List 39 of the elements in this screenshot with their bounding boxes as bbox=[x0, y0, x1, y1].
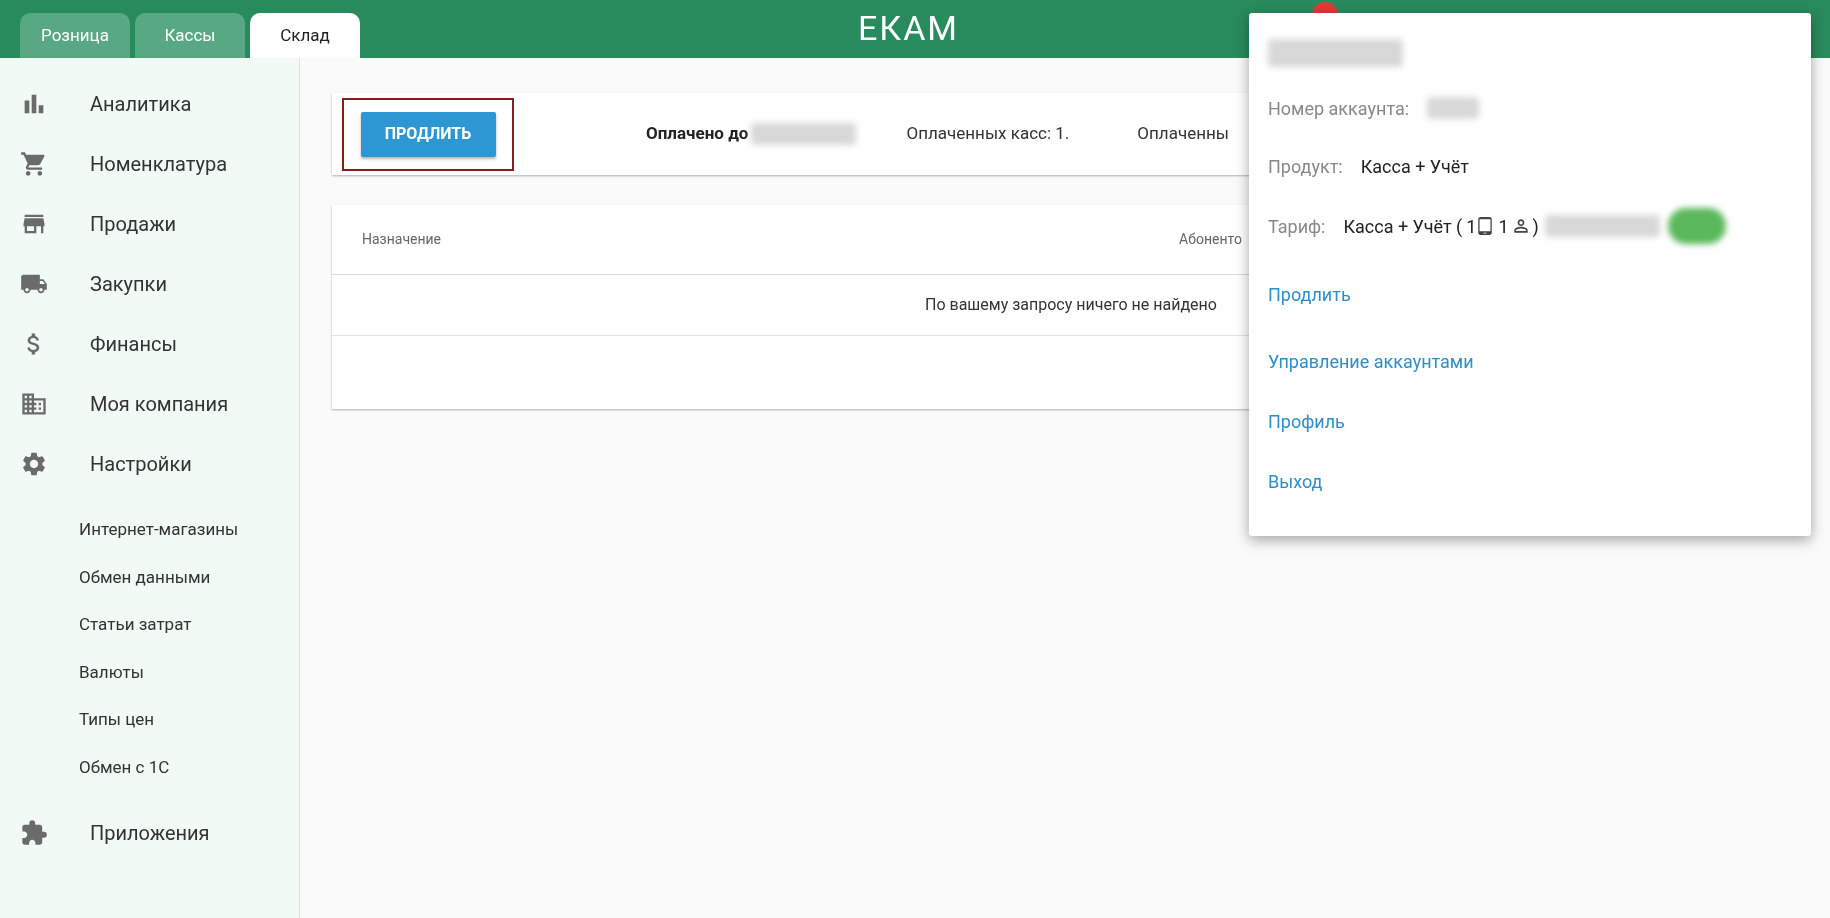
sidebar-subitem[interactable]: Обмен с 1С bbox=[0, 743, 299, 791]
tariff-value: Касса + Учёт ( bbox=[1343, 214, 1463, 239]
register-count: 1 bbox=[1466, 214, 1477, 239]
paid-text: Оплаченны bbox=[1137, 122, 1229, 146]
puzzle-icon bbox=[20, 819, 48, 847]
sidebar-item[interactable]: Настройки bbox=[0, 434, 299, 494]
empty-message: По вашему запросу ничего не найдено bbox=[925, 294, 1217, 316]
sidebar-item[interactable]: Продажи bbox=[0, 194, 299, 254]
column-header: Абоненто bbox=[1179, 230, 1242, 249]
tariff-label: Тариф: bbox=[1268, 214, 1326, 239]
product-value: Касса + Учёт bbox=[1360, 154, 1469, 179]
blurred-area bbox=[1427, 97, 1480, 119]
renew-link[interactable]: Продлить bbox=[1268, 281, 1351, 308]
menu-link[interactable]: Профиль bbox=[1268, 407, 1345, 437]
sidebar-item[interactable]: Моя компания bbox=[0, 374, 299, 434]
sidebar-item[interactable]: Приложения bbox=[0, 803, 299, 863]
status-pill-blurred bbox=[1667, 208, 1726, 244]
sidebar-item[interactable]: Номенклатура bbox=[0, 134, 299, 194]
sidebar-item[interactable]: Аналитика bbox=[0, 74, 299, 134]
sidebar-subitem[interactable]: Статьи затрат bbox=[0, 601, 299, 649]
tab[interactable]: Склад bbox=[250, 13, 360, 58]
settings-icon bbox=[20, 450, 48, 478]
column-header: Назначение bbox=[362, 230, 442, 249]
tariff-close: ) bbox=[1532, 214, 1539, 239]
tablet-icon bbox=[1476, 216, 1495, 236]
paid-registers-text: Оплаченных касс: 1. bbox=[906, 122, 1070, 146]
paid-until-label: Оплачено до bbox=[646, 122, 749, 146]
sidebar-subitem[interactable]: Типы цен bbox=[0, 696, 299, 744]
product-label: Продукт: bbox=[1268, 154, 1343, 179]
account-number-label: Номер аккаунта: bbox=[1268, 96, 1410, 121]
menu-link[interactable]: Управление аккаунтами bbox=[1268, 347, 1474, 377]
sidebar-subitem[interactable]: Валюты bbox=[0, 648, 299, 696]
user-count: 1 bbox=[1498, 214, 1509, 239]
logo: ЕКАМ bbox=[858, 8, 960, 48]
menu-link[interactable]: Выход bbox=[1268, 467, 1323, 497]
sidebar-subitem[interactable]: Обмен данными bbox=[0, 553, 299, 601]
sidebar-item[interactable]: Закупки bbox=[0, 254, 299, 314]
sidebar-item[interactable]: Финансы bbox=[0, 314, 299, 374]
sidebar-subitem[interactable]: Интернет-магазины bbox=[0, 506, 299, 554]
